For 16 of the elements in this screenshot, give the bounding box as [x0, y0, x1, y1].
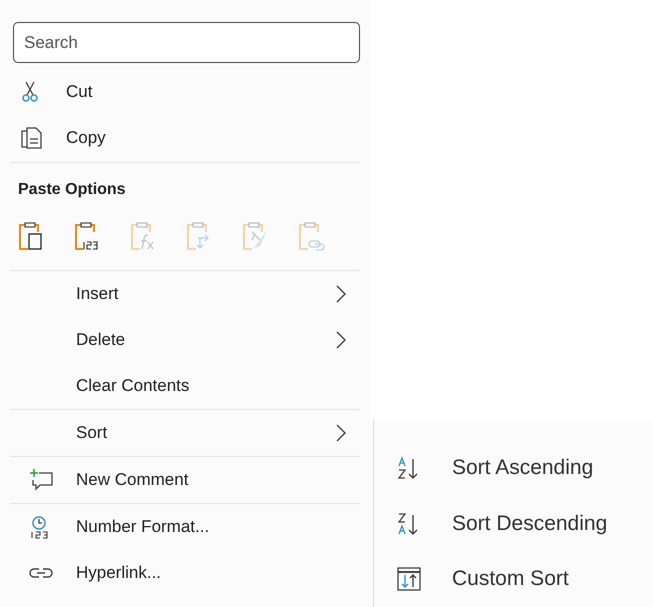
- menu-item[interactable]: Cut: [0, 69, 370, 115]
- menu-item[interactable]: Sort: [10, 410, 360, 456]
- menu-item[interactable]: Number Format...: [10, 504, 360, 550]
- section-heading: Paste Options: [18, 181, 126, 198]
- menu-item[interactable]: Sort Descending: [374, 496, 653, 552]
- comment-add-icon: [28, 467, 54, 493]
- menu-item[interactable]: Clear Contents: [10, 363, 360, 409]
- menu-item[interactable]: Custom Sort: [374, 551, 653, 607]
- custom-sort-icon: [396, 566, 422, 592]
- menu-item[interactable]: Sort Ascending: [374, 440, 653, 496]
- menu-item[interactable]: Hyperlink...: [10, 550, 360, 596]
- menu-item[interactable]: New Comment: [10, 457, 360, 503]
- search-field[interactable]: Search: [13, 22, 360, 63]
- menu-item[interactable]: Copy: [0, 115, 370, 161]
- menu-item[interactable]: Delete: [10, 317, 360, 363]
- menu-item[interactable]: Insert: [10, 271, 360, 317]
